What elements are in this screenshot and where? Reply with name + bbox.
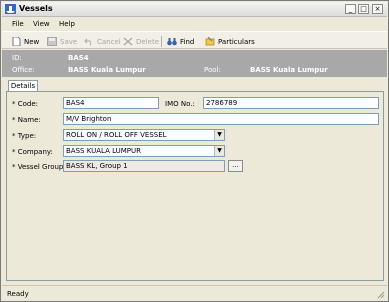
type-label: * Type: (12, 132, 37, 140)
vessel-group-label: * Vessel Group: (12, 163, 66, 171)
delete-label: Delete (136, 37, 159, 46)
toolbar: New Save Cancel Delete Find Particulars (2, 31, 387, 49)
status-bar: Ready (2, 285, 387, 301)
particulars-icon (205, 37, 215, 46)
minimize-button[interactable]: _ (345, 4, 356, 14)
new-button[interactable]: New (11, 36, 39, 47)
new-document-icon (12, 37, 21, 46)
close-button[interactable]: × (372, 4, 383, 14)
save-icon (47, 37, 57, 46)
pool-value: BASS Kuala Lumpur (250, 66, 328, 74)
window-title: Vessels (19, 4, 53, 13)
details-panel: * Code: BAS4 IMO No.: 2786789 * Name: M/… (6, 91, 384, 281)
ship-app-icon (5, 4, 16, 14)
office-label: Office: (12, 66, 35, 74)
maximize-button[interactable]: □ (358, 4, 369, 14)
id-value: BAS4 (68, 54, 89, 62)
menu-file[interactable]: File (12, 20, 24, 28)
menu-bar: File View Help (2, 18, 387, 31)
company-value: BASS KUALA LUMPUR (66, 147, 142, 155)
vessel-group-browse-button[interactable]: ... (228, 160, 243, 172)
imo-field[interactable]: 2786789 (203, 97, 379, 109)
save-label: Save (60, 37, 78, 46)
imo-label: IMO No.: (165, 100, 195, 108)
binoculars-icon (167, 38, 177, 46)
find-button[interactable]: Find (167, 36, 194, 47)
resize-grip-icon[interactable] (377, 291, 385, 299)
name-label: * Name: (12, 116, 41, 124)
menu-view[interactable]: View (33, 20, 50, 28)
type-select[interactable]: ROLL ON / ROLL OFF VESSEL ▼ (63, 129, 225, 141)
cancel-label: Cancel (97, 37, 121, 46)
delete-button[interactable]: Delete (123, 36, 159, 47)
vessels-window: Vessels _ □ × File View Help New Save Ca… (0, 0, 389, 302)
vessel-group-field[interactable]: BASS KL, Group 1 (63, 160, 225, 172)
chevron-down-icon[interactable]: ▼ (214, 146, 224, 156)
toolbar-separator (161, 36, 162, 47)
code-label: * Code: (12, 100, 39, 108)
status-text: Ready (7, 290, 29, 298)
new-label: New (24, 37, 40, 46)
particulars-button[interactable]: Particulars (205, 36, 255, 47)
delete-x-icon (123, 37, 133, 46)
record-header: ID: BAS4 Office: BASS Kuala Lumpur Pool:… (2, 50, 387, 77)
code-field[interactable]: BAS4 (63, 97, 159, 109)
company-select[interactable]: BASS KUALA LUMPUR ▼ (63, 145, 225, 157)
chevron-down-icon[interactable]: ▼ (214, 130, 224, 140)
type-value: ROLL ON / ROLL OFF VESSEL (66, 131, 167, 139)
office-value: BASS Kuala Lumpur (68, 66, 146, 74)
undo-icon (84, 38, 92, 46)
find-label: Find (180, 37, 195, 46)
name-field[interactable]: M/V Brighton (63, 113, 379, 125)
pool-label: Pool: (204, 66, 221, 74)
menu-help[interactable]: Help (59, 20, 75, 28)
company-label: * Company: (12, 148, 53, 156)
id-label: ID: (12, 54, 22, 62)
cancel-button[interactable]: Cancel (84, 36, 121, 47)
particulars-label: Particulars (218, 37, 255, 46)
title-bar[interactable]: Vessels _ □ × (2, 2, 387, 17)
save-button[interactable]: Save (47, 36, 77, 47)
